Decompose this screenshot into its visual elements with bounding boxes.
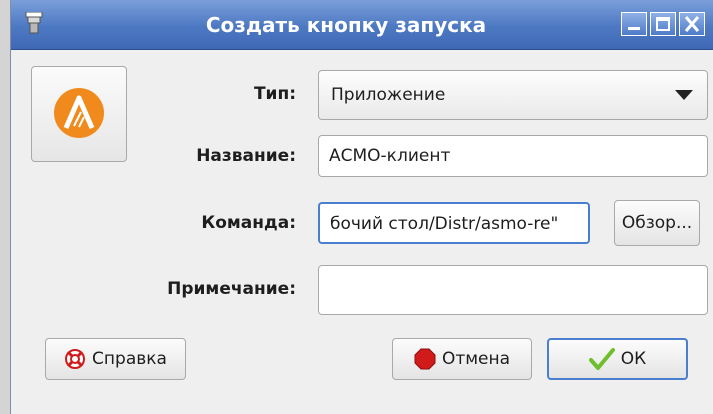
minimize-button[interactable] <box>621 12 647 36</box>
type-select[interactable]: Приложение <box>318 70 708 120</box>
type-label: Тип: <box>253 84 296 104</box>
window-title: Создать кнопку запуска <box>205 13 487 37</box>
browse-button[interactable]: Обзор... <box>614 200 700 246</box>
name-field[interactable]: АСМО-клиент <box>318 135 708 177</box>
comment-field[interactable] <box>318 265 708 315</box>
launcher-icon <box>25 12 43 34</box>
stop-icon <box>414 348 436 370</box>
help-button-label: Справка <box>92 349 167 369</box>
lifebuoy-icon <box>65 349 86 369</box>
chevron-down-icon <box>675 90 693 100</box>
name-label: Название: <box>196 146 296 166</box>
browse-button-label: Обзор... <box>621 213 693 233</box>
cancel-button[interactable]: Отмена <box>392 338 532 380</box>
icon-picker-button[interactable] <box>31 66 127 162</box>
type-select-value: Приложение <box>331 85 446 105</box>
minimize-icon <box>628 27 640 30</box>
ok-button-label: ОК <box>620 349 647 369</box>
maximize-button[interactable] <box>650 12 676 36</box>
launcher-dialog: Создать кнопку запуска Тип: Приложение Н… <box>10 0 713 414</box>
asmo-logo-glyph <box>63 95 95 129</box>
comment-label: Примечание: <box>167 279 296 299</box>
asmo-logo-icon <box>54 88 104 138</box>
maximize-icon <box>656 17 670 31</box>
command-field[interactable]: бочий стол/Distr/asmo-re" <box>318 202 590 244</box>
command-label: Команда: <box>201 213 296 233</box>
help-button[interactable]: Справка <box>45 338 186 380</box>
title-bar[interactable]: Создать кнопку запуска <box>11 0 713 50</box>
close-button[interactable] <box>679 12 705 36</box>
checkmark-icon <box>588 348 615 370</box>
cancel-button-label: Отмена <box>441 349 511 369</box>
close-icon <box>684 16 700 32</box>
ok-button[interactable]: ОК <box>547 338 688 380</box>
